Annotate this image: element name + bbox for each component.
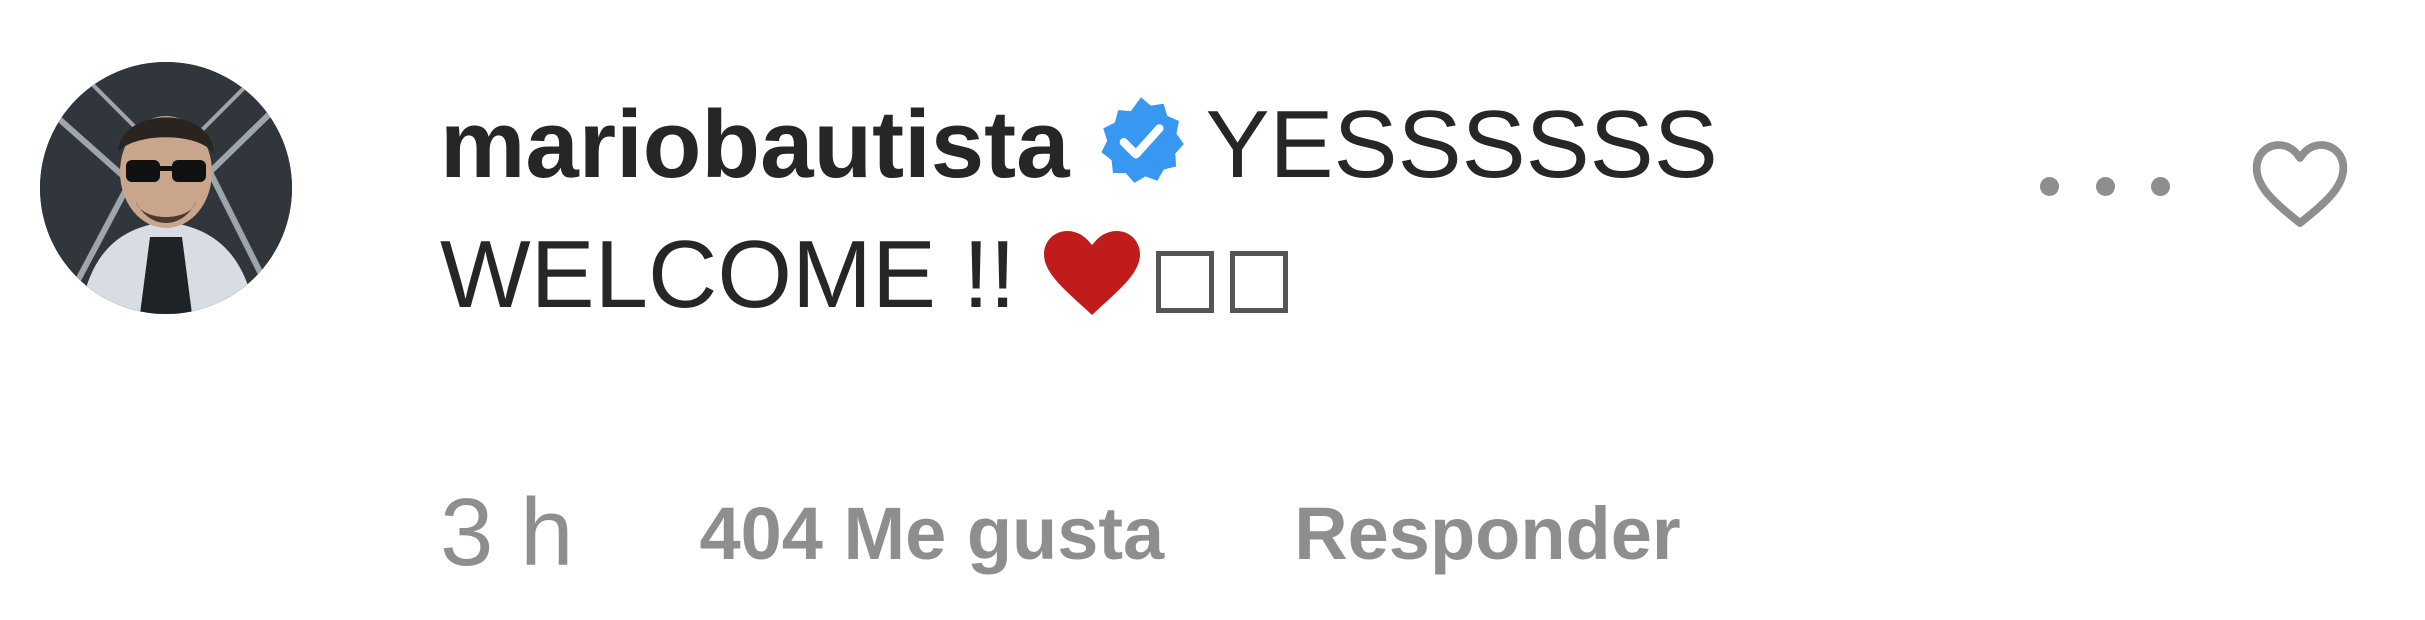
avatar[interactable] <box>40 62 292 314</box>
heart-outline-icon[interactable] <box>2248 136 2352 232</box>
comment-body: mariobautista YESSSSSS WELCOME !! <box>440 80 1860 340</box>
reply-button[interactable]: Responder <box>1294 491 1681 576</box>
avatar-photo <box>40 62 292 314</box>
more-options-icon[interactable] <box>2040 164 2170 208</box>
likes-count-button[interactable]: 404 Me gusta <box>699 491 1164 576</box>
username-link[interactable]: mariobautista <box>440 91 1069 198</box>
verified-badge-icon <box>1095 90 1187 183</box>
missing-glyph <box>1156 251 1215 313</box>
options-dot <box>2095 176 2115 196</box>
options-dot <box>2040 176 2059 196</box>
missing-glyph <box>1230 251 1289 313</box>
red-heart-emoji <box>1044 218 1141 315</box>
comment-meta: 3 h 404 Me gusta Responder <box>440 478 1681 588</box>
timestamp: 3 h <box>440 479 574 586</box>
options-dot <box>2151 176 2170 196</box>
comment-row: mariobautista YESSSSSS WELCOME !! 3 h 40… <box>0 0 2425 620</box>
